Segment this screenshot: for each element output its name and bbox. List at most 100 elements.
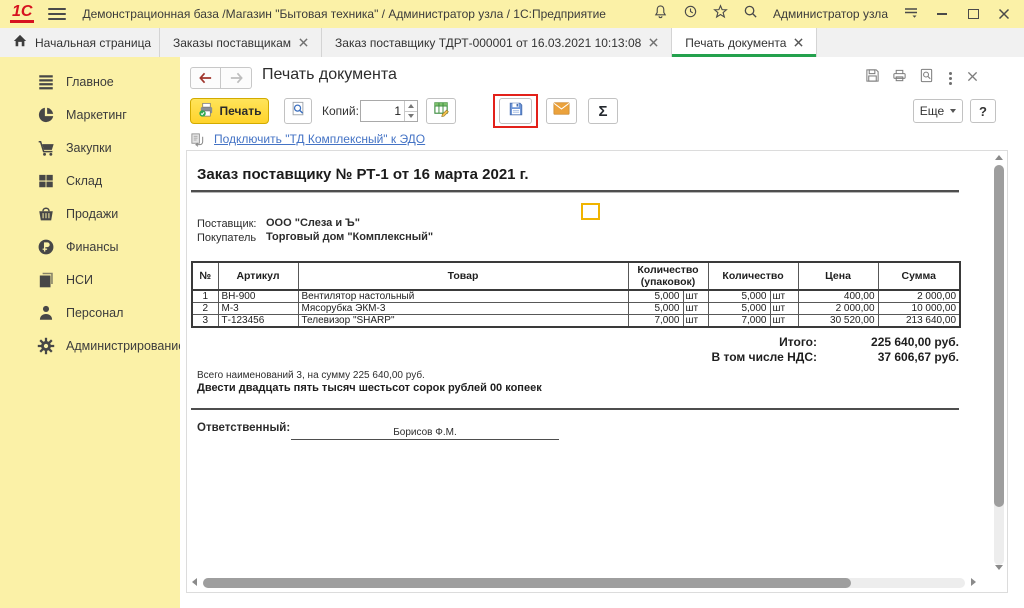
edo-connect-link[interactable]: Подключить "ТД Комплексный" к ЭДО <box>214 132 425 146</box>
amount-in-words: Двести двадцать пять тысяч шестьсот соро… <box>197 382 542 394</box>
col-qty-pack: Количество (упаковок) <box>628 262 708 290</box>
sidebar-item-label: Администрирование <box>66 339 185 353</box>
copies-input[interactable] <box>361 101 404 121</box>
document-preview-area[interactable]: Заказ поставщику № РТ-1 от 16 марта 2021… <box>186 150 1008 593</box>
sidebar-item-label: Главное <box>66 75 114 89</box>
total-row: Итого: 225 640,00 руб. <box>191 335 959 349</box>
print-icon[interactable] <box>892 68 907 88</box>
tab-label: Начальная страница <box>35 36 151 50</box>
more-button[interactable]: Еще <box>913 99 963 123</box>
vertical-scrollbar-thumb[interactable] <box>994 165 1004 507</box>
scroll-up-arrow[interactable] <box>995 155 1003 160</box>
sidebar-item-label: Продажи <box>66 207 118 221</box>
edo-icon <box>190 132 205 152</box>
sigma-icon: Σ <box>598 103 607 120</box>
vertical-scrollbar[interactable] <box>994 165 1004 565</box>
save-settings-icon[interactable] <box>865 68 880 88</box>
more-options-kebab-icon[interactable] <box>946 72 955 85</box>
send-email-button[interactable] <box>546 98 577 124</box>
minimize-button[interactable] <box>934 6 950 22</box>
vat-value: 37 606,67 руб. <box>817 350 959 364</box>
scroll-left-arrow[interactable] <box>192 578 197 586</box>
print-button-label: Печать <box>220 104 262 118</box>
help-button[interactable]: ? <box>970 99 996 123</box>
buyer-value: Торговый дом "Комплексный" <box>266 231 433 243</box>
envelope-icon <box>553 102 570 120</box>
horizontal-scrollbar-thumb[interactable] <box>203 578 851 588</box>
favorites-star-icon[interactable] <box>713 4 728 24</box>
col-qty: Количество <box>708 262 798 290</box>
window-title: Демонстрационная база /Магазин "Бытовая … <box>82 7 606 21</box>
find-in-document-icon[interactable] <box>919 68 934 88</box>
table-settings-button[interactable] <box>426 98 456 124</box>
sidebar-item-warehouse[interactable]: Склад <box>0 164 180 197</box>
scroll-down-arrow[interactable] <box>995 565 1003 570</box>
application-window: 1С Демонстрационная база /Магазин "Бытов… <box>0 0 1024 608</box>
basket-icon <box>37 205 55 223</box>
sum-button[interactable]: Σ <box>588 98 618 124</box>
maximize-button[interactable] <box>965 6 981 22</box>
main-area: Печать документа Печать <box>180 57 1024 608</box>
tab-supplier-order-document[interactable]: Заказ поставщику ТДРТ-000001 от 16.03.20… <box>322 28 672 57</box>
tab-home[interactable]: Начальная страница <box>0 28 160 57</box>
page-title: Печать документа <box>262 66 397 84</box>
table-row: 3 Т-123456 Телевизор "SHARP" 7,000 шт 7,… <box>192 315 960 328</box>
sidebar-item-nsi[interactable]: НСИ <box>0 263 180 296</box>
tab-print-document[interactable]: Печать документа <box>672 28 817 57</box>
1c-logo: 1С <box>10 5 34 23</box>
save-button[interactable] <box>499 98 532 124</box>
back-button[interactable] <box>190 67 221 89</box>
main-menu-icon[interactable] <box>48 8 66 20</box>
tab-close-icon[interactable] <box>299 38 308 47</box>
title-bar: 1С Демонстрационная база /Магазин "Бытов… <box>0 0 1024 29</box>
forward-button[interactable] <box>221 67 252 89</box>
table-row: 1 ВН-900 Вентилятор настольный 5,000 шт … <box>192 290 960 303</box>
horizontal-scrollbar[interactable] <box>203 578 965 588</box>
notifications-bell-icon[interactable] <box>653 4 668 24</box>
cell-selection-marker <box>581 203 600 220</box>
items-summary: Всего наименований 3, на сумму 225 640,0… <box>197 370 425 381</box>
sidebar-item-main[interactable]: Главное <box>0 65 180 98</box>
preview-button[interactable] <box>284 98 312 124</box>
ruble-icon <box>37 238 55 256</box>
grid-icon <box>37 172 55 190</box>
vat-row: В том числе НДС: 37 606,67 руб. <box>191 350 959 364</box>
sidebar-item-marketing[interactable]: Маркетинг <box>0 98 180 131</box>
scroll-right-arrow[interactable] <box>971 578 976 586</box>
copies-label: Копий: <box>322 104 359 118</box>
current-user[interactable]: Администратор узла <box>773 7 888 21</box>
cart-icon <box>37 139 55 157</box>
close-form-icon[interactable] <box>967 69 978 87</box>
responsible-label: Ответственный: <box>197 422 290 434</box>
total-value: 225 640,00 руб. <box>817 335 959 349</box>
stepper-down-button[interactable] <box>405 111 417 122</box>
printer-icon <box>198 101 215 121</box>
nav-history-group <box>190 67 252 89</box>
search-icon[interactable] <box>743 4 758 24</box>
supplier-label: Поставщик: <box>197 218 256 230</box>
person-icon <box>37 304 55 322</box>
print-button[interactable]: Печать <box>190 98 269 124</box>
history-icon[interactable] <box>683 4 698 24</box>
table-header-row: № Артикул Товар Количество (упаковок) Ко… <box>192 262 960 290</box>
menu-lines-icon <box>37 73 55 91</box>
stepper-up-button[interactable] <box>405 101 417 111</box>
tab-close-icon[interactable] <box>649 38 658 47</box>
form-header-icons <box>865 68 978 88</box>
sidebar-item-sales[interactable]: Продажи <box>0 197 180 230</box>
table-edit-icon <box>433 100 450 122</box>
sidebar-item-finance[interactable]: Финансы <box>0 230 180 263</box>
sidebar-item-purchases[interactable]: Закупки <box>0 131 180 164</box>
sidebar: Главное Маркетинг Закупки Склад Продажи … <box>0 57 180 608</box>
close-window-button[interactable] <box>996 6 1012 22</box>
tab-close-icon[interactable] <box>794 38 803 47</box>
tab-bar: Начальная страница Заказы поставщикам За… <box>0 28 1024 58</box>
tab-supplier-orders[interactable]: Заказы поставщикам <box>160 28 322 57</box>
footer-divider <box>191 408 959 410</box>
col-name: Товар <box>298 262 628 290</box>
title-divider <box>191 190 959 193</box>
tab-label: Заказ поставщику ТДРТ-000001 от 16.03.20… <box>335 36 641 50</box>
sidebar-item-personnel[interactable]: Персонал <box>0 296 180 329</box>
sidebar-item-administration[interactable]: Администрирование <box>0 329 180 362</box>
service-menu-icon[interactable] <box>903 4 919 25</box>
